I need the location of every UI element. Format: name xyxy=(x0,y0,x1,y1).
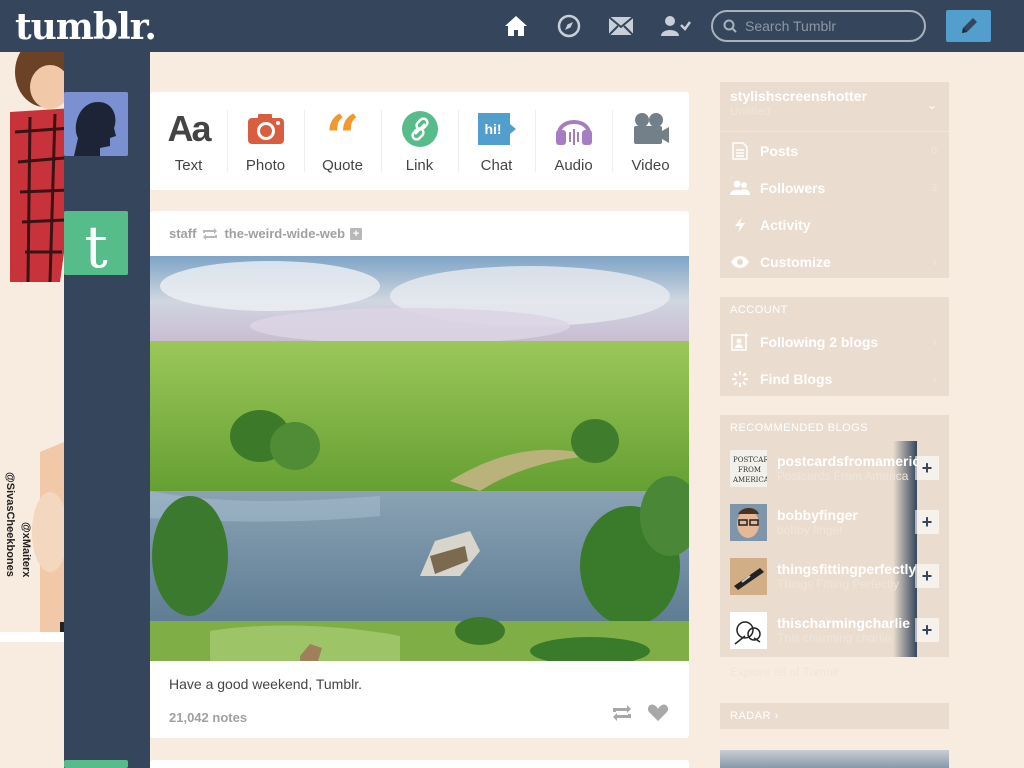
link-icon xyxy=(401,109,439,149)
follow-plus-button[interactable]: + xyxy=(915,456,939,480)
reblogged-from-link[interactable]: the-weird-wide-web xyxy=(224,226,345,241)
reblog-icon[interactable] xyxy=(611,704,633,722)
spinner-icon xyxy=(730,370,750,388)
svg-text:AMERICA: AMERICA xyxy=(732,476,767,484)
post-chat-button[interactable]: hi! Chat xyxy=(458,92,535,190)
person-plus-icon xyxy=(730,332,750,351)
follow-plus-button[interactable]: + xyxy=(915,510,939,534)
compose-button[interactable] xyxy=(946,10,991,42)
follow-plus-button[interactable]: + xyxy=(915,618,939,642)
sidebar-item-followers[interactable]: Followers 3 xyxy=(720,169,949,206)
post-photo[interactable] xyxy=(150,256,689,661)
blog-selector[interactable]: stylishscreenshotter Untitled ⌄ xyxy=(720,82,949,132)
sidebar-recommended-panel: RECOMMENDED BLOGS POSTCARDSFROMAMERICA p… xyxy=(720,415,949,657)
tumblr-t-logo-icon: t xyxy=(64,211,128,275)
search-bar[interactable] xyxy=(711,10,926,42)
sidebar-item-following[interactable]: Following 2 blogs › xyxy=(720,323,949,360)
svg-text:POSTCARDS: POSTCARDS xyxy=(733,456,767,464)
next-post-avatar[interactable] xyxy=(64,760,128,768)
search-icon xyxy=(723,19,737,33)
video-camera-icon xyxy=(632,109,670,149)
post-type-bar: Aa Text Photo “ Quote Link hi! Chat Audi… xyxy=(150,92,689,190)
sidebar-account-panel: ACCOUNT Following 2 blogs › Find Blogs › xyxy=(720,297,949,396)
credit-text-2: @xMaiterx xyxy=(20,522,32,578)
post-actions xyxy=(611,704,669,722)
staff-avatar[interactable]: t xyxy=(64,211,128,275)
post-audio-button[interactable]: Audio xyxy=(535,92,612,190)
chevron-right-icon: › xyxy=(933,371,937,386)
account-icon[interactable] xyxy=(661,13,691,39)
recommended-blog-item[interactable]: POSTCARDSFROMAMERICA postcardsfromameric… xyxy=(720,441,949,495)
follow-plus-button[interactable]: + xyxy=(915,564,939,588)
compass-icon[interactable] xyxy=(556,13,582,39)
follow-plus-icon[interactable]: + xyxy=(350,227,363,240)
next-post xyxy=(150,760,689,768)
sidebar-item-customize[interactable]: Customize › xyxy=(720,243,949,280)
like-heart-icon[interactable] xyxy=(647,704,669,722)
pencil-icon xyxy=(961,18,977,33)
blog-avatar xyxy=(730,503,767,541)
post-photo-button[interactable]: Photo xyxy=(227,92,304,190)
people-icon xyxy=(730,180,750,196)
top-navigation-bar: tumblr. xyxy=(0,0,1024,52)
home-icon[interactable] xyxy=(503,13,529,39)
post-caption: Have a good weekend, Tumblr. xyxy=(169,676,363,692)
camera-icon xyxy=(247,109,285,149)
blog-avatar xyxy=(730,557,767,595)
lightning-icon xyxy=(730,216,750,234)
post-video-button[interactable]: Video xyxy=(612,92,689,190)
user-avatar[interactable] xyxy=(64,92,128,156)
sidebar-item-activity[interactable]: Activity xyxy=(720,206,949,243)
blog-avatar: POSTCARDS FROM AMERICA xyxy=(730,449,779,487)
radar-post-preview[interactable] xyxy=(720,750,949,768)
dashboard-strip xyxy=(64,52,150,768)
post-quote-button[interactable]: “ Quote xyxy=(304,92,381,190)
recommended-heading: RECOMMENDED BLOGS xyxy=(730,422,869,434)
quote-icon: “ xyxy=(325,102,360,173)
radar-heading: RADAR › xyxy=(730,710,779,722)
recommended-blog-item[interactable]: thischarmingcharlie This charming charli… xyxy=(720,603,949,657)
dashboard-post: staff the-weird-wide-web + Have a good w… xyxy=(150,211,689,738)
account-heading: ACCOUNT xyxy=(730,304,788,316)
eye-icon xyxy=(730,255,750,269)
chevron-right-icon: › xyxy=(933,254,937,269)
sidebar-blog-panel: stylishscreenshotter Untitled ⌄ Posts 0 … xyxy=(720,82,949,278)
chevron-down-icon: ⌄ xyxy=(926,98,937,112)
svg-text:t: t xyxy=(84,213,107,275)
blog-avatar xyxy=(730,611,767,649)
post-author-link[interactable]: staff xyxy=(169,226,196,241)
reblog-small-icon xyxy=(203,227,218,240)
search-input[interactable] xyxy=(745,18,915,34)
post-link-button[interactable]: Link xyxy=(381,92,458,190)
mail-icon[interactable] xyxy=(608,13,634,39)
credit-text-1: @SivasCheekbones xyxy=(4,472,16,577)
chat-icon: hi! xyxy=(477,109,517,149)
post-notes-count[interactable]: 21,042 notes xyxy=(169,710,247,725)
sidebar-radar-panel: RADAR › xyxy=(720,703,949,729)
text-icon: Aa xyxy=(167,107,211,149)
tumblr-logo[interactable]: tumblr. xyxy=(15,6,157,48)
blog-title: Untitled xyxy=(730,104,771,118)
blog-name: stylishscreenshotter xyxy=(730,88,867,104)
chevron-right-icon: › xyxy=(933,334,937,349)
post-text-button[interactable]: Aa Text xyxy=(150,92,227,190)
post-header: staff the-weird-wide-web + xyxy=(150,211,689,256)
svg-text:FROM: FROM xyxy=(738,466,761,474)
recommended-blog-item[interactable]: thingsfittingperfectly Things Fitting Pe… xyxy=(720,549,949,603)
sidebar-item-posts[interactable]: Posts 0 xyxy=(720,132,949,169)
headphones-icon xyxy=(554,109,594,149)
sidebar-item-find-blogs[interactable]: Find Blogs › xyxy=(720,360,949,397)
recommended-blog-item[interactable]: bobbyfinger bobby finger + xyxy=(720,495,949,549)
svg-text:hi!: hi! xyxy=(484,121,501,137)
document-icon xyxy=(730,141,750,160)
chevron-right-icon: › xyxy=(774,710,779,722)
explore-link[interactable]: Explore all of Tumblr xyxy=(730,665,839,679)
